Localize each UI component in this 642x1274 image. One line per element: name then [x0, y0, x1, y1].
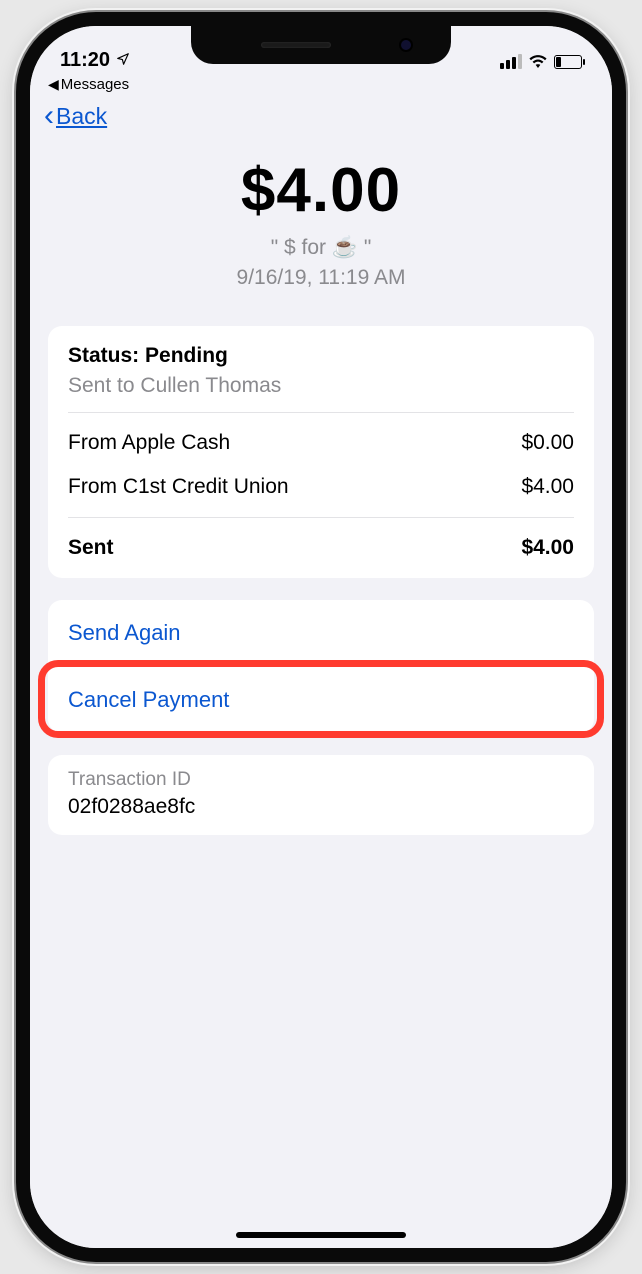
transaction-id-value: 02f0288ae8fc [48, 795, 594, 835]
source-label: From C1st Credit Union [68, 475, 289, 499]
details-card: Status: Pending Sent to Cullen Thomas Fr… [48, 326, 594, 578]
cellular-signal-icon [500, 54, 522, 69]
back-button-label: Back [56, 103, 107, 130]
total-row: Sent $4.00 [48, 518, 594, 578]
status-value: Pending [145, 344, 228, 367]
transaction-id-card: Transaction ID 02f0288ae8fc [48, 755, 594, 835]
transaction-datetime: 9/16/19, 11:19 AM [30, 266, 612, 290]
wifi-icon [528, 52, 548, 73]
sent-to-prefix: Sent to [68, 374, 135, 397]
home-indicator[interactable] [236, 1232, 406, 1238]
source-row: From Apple Cash $0.00 [48, 413, 594, 473]
breadcrumb-arrow-icon: ◀︎ [48, 76, 59, 93]
back-button[interactable]: ‹ Back [44, 103, 107, 130]
source-amount: $0.00 [521, 431, 574, 455]
status-label: Status: [68, 344, 139, 367]
total-label: Sent [68, 536, 114, 560]
source-row: From C1st Credit Union $4.00 [48, 473, 594, 517]
cancel-payment-button[interactable]: Cancel Payment [48, 667, 594, 733]
source-amount: $4.00 [521, 475, 574, 499]
send-again-button[interactable]: Send Again [48, 600, 594, 666]
status-time: 11:20 [60, 49, 110, 72]
speaker-grill [261, 42, 331, 48]
battery-icon [554, 55, 582, 69]
phone-device-frame: 11:20 ◀︎ Messages ‹ Back [16, 12, 626, 1262]
location-icon [116, 49, 130, 72]
transaction-memo: " $ for ☕️ " [30, 236, 612, 260]
screen: 11:20 ◀︎ Messages ‹ Back [30, 26, 612, 1248]
chevron-left-icon: ‹ [44, 105, 54, 127]
transaction-header: $4.00 " $ for ☕️ " 9/16/19, 11:19 AM [30, 131, 612, 326]
total-amount: $4.00 [521, 536, 574, 560]
status-row: Status: Pending Sent to Cullen Thomas [48, 326, 594, 412]
transaction-amount: $4.00 [30, 155, 612, 226]
device-notch [191, 26, 451, 64]
source-label: From Apple Cash [68, 431, 230, 455]
front-camera [401, 40, 411, 50]
sent-to-name: Cullen Thomas [140, 374, 281, 397]
breadcrumb-label: Messages [61, 76, 129, 93]
transaction-id-label: Transaction ID [48, 755, 594, 795]
actions-card: Send Again Cancel Payment [48, 600, 594, 733]
breadcrumb-return-to-app[interactable]: ◀︎ Messages [30, 74, 612, 93]
